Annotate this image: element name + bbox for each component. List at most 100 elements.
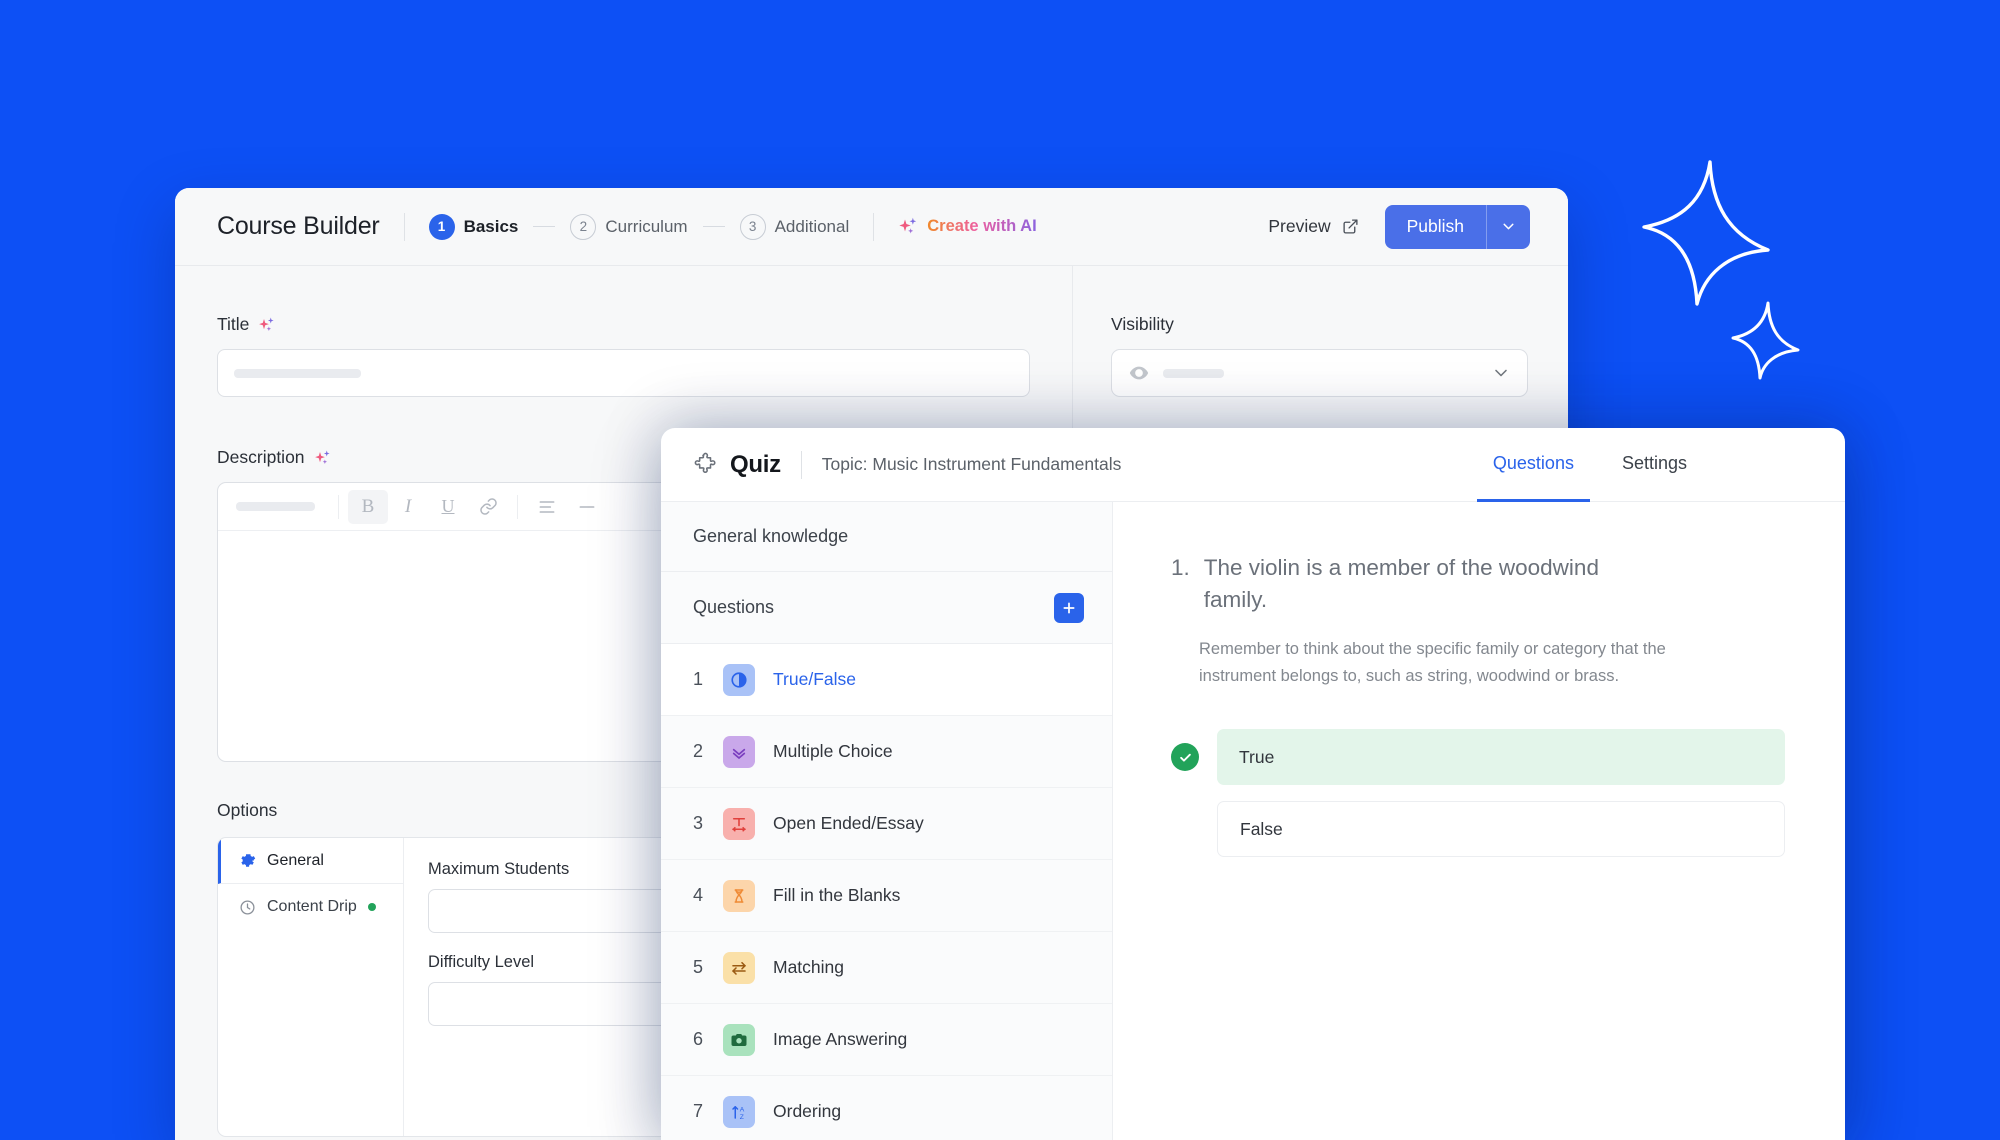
step-label-curriculum: Curriculum [605, 216, 688, 236]
quiz-title: Quiz [730, 450, 781, 478]
title-field-group: Title [217, 314, 1030, 397]
answer-list: True False [1171, 729, 1785, 858]
quiz-body: General knowledge Questions 1 True/False… [661, 502, 1845, 1140]
course-builder-topbar: Course Builder 1 Basics 2 Curriculum 3 A… [175, 188, 1568, 266]
create-with-ai-button[interactable]: Create with AI [898, 216, 1037, 237]
question-label: Image Answering [773, 1029, 908, 1049]
question-list-item-2[interactable]: 2 Multiple Choice [661, 716, 1112, 788]
sort-az-icon: AZ [723, 1095, 755, 1128]
text-expand-icon [723, 807, 755, 840]
question-list-item-4[interactable]: 4 Fill in the Blanks [661, 860, 1112, 932]
quiz-brand: Quiz [693, 451, 781, 479]
question-list-item-5[interactable]: 5 Matching [661, 932, 1112, 1004]
create-with-ai-label: Create with AI [927, 217, 1037, 235]
question-label: Matching [773, 957, 845, 977]
question-list-item-1[interactable]: 1 True/False [661, 644, 1112, 716]
title-input[interactable] [217, 349, 1030, 397]
quiz-group-name[interactable]: General knowledge [661, 502, 1112, 572]
plus-icon [1063, 601, 1075, 614]
title-field-label: Title [217, 314, 1030, 335]
tab-settings[interactable]: Settings [1606, 428, 1703, 502]
hourglass-icon [723, 879, 755, 912]
publish-button[interactable]: Publish [1385, 205, 1486, 249]
questions-header: Questions [661, 572, 1112, 644]
options-tab-content-drip-label: Content Drip [267, 898, 357, 915]
description-label-text: Description [217, 447, 305, 467]
sparkles-icon[interactable] [258, 316, 276, 334]
preview-button[interactable]: Preview [1268, 216, 1358, 237]
title-placeholder-skeleton [234, 368, 361, 378]
question-list-item-3[interactable]: 3 Open Ended/Essay [661, 788, 1112, 860]
contrast-circle-icon [723, 663, 755, 696]
step-basics[interactable]: 1 Basics [428, 213, 518, 240]
quiz-question-detail: 1. The violin is a member of the woodwin… [1113, 502, 1845, 1140]
step-label-additional: Additional [774, 216, 850, 236]
question-text-row: 1. The violin is a member of the woodwin… [1171, 552, 1785, 616]
step-badge-2: 2 [570, 213, 597, 240]
question-number: 3 [693, 813, 704, 833]
options-tab-list: General Content Drip [218, 838, 404, 1136]
horizontal-rule-icon[interactable] [567, 490, 607, 524]
question-label: Fill in the Blanks [773, 885, 901, 905]
answer-row-true[interactable]: True [1171, 729, 1785, 786]
step-separator [533, 225, 556, 228]
svg-text:Z: Z [740, 1113, 744, 1120]
title-label-text: Title [217, 314, 250, 334]
step-curriculum[interactable]: 2 Curriculum [570, 213, 688, 240]
step-additional[interactable]: 3 Additional [739, 213, 850, 240]
divider [873, 212, 875, 241]
quiz-topic: Topic: Music Instrument Fundamentals [821, 454, 1122, 474]
answer-row-false[interactable]: False [1171, 801, 1785, 858]
align-left-icon[interactable] [527, 490, 567, 524]
eye-icon [1129, 366, 1149, 380]
bold-icon[interactable]: B [348, 489, 388, 524]
question-number: 7 [693, 1101, 704, 1121]
quiz-header: Quiz Topic: Music Instrument Fundamental… [661, 428, 1845, 502]
underline-icon[interactable]: U [428, 490, 468, 524]
camera-icon [723, 1023, 755, 1056]
question-number: 1 [693, 669, 704, 689]
question-detail-hint: Remember to think about the specific fam… [1199, 639, 1666, 685]
options-tab-content-drip[interactable]: Content Drip [218, 884, 403, 930]
question-list-item-7[interactable]: 7 AZ Ordering [661, 1076, 1112, 1140]
tab-questions[interactable]: Questions [1476, 428, 1590, 502]
italic-icon[interactable]: I [388, 490, 428, 524]
format-dropdown-skeleton[interactable] [236, 502, 315, 511]
sparkles-icon[interactable] [314, 449, 332, 467]
question-label: Ordering [773, 1101, 842, 1121]
page-title: Course Builder [217, 212, 380, 240]
publish-button-group[interactable]: Publish [1384, 204, 1530, 249]
quiz-sidebar: General knowledge Questions 1 True/False… [661, 502, 1113, 1140]
chevron-down-icon [1495, 369, 1507, 377]
chevron-down-icon [1503, 223, 1514, 230]
sparkle-large-icon [1642, 160, 1770, 306]
answer-check-placeholder [1171, 815, 1199, 843]
publish-dropdown-button[interactable] [1486, 204, 1530, 249]
options-tab-general-label: General [267, 851, 324, 869]
add-question-button[interactable] [1054, 592, 1084, 623]
questions-header-label: Questions [693, 597, 775, 617]
step-badge-3: 3 [739, 213, 766, 240]
swap-arrows-icon [723, 951, 755, 984]
answer-label[interactable]: False [1217, 801, 1785, 858]
question-detail-text: The violin is a member of the woodwind f… [1203, 555, 1599, 612]
step-separator [702, 225, 725, 228]
link-icon[interactable] [468, 490, 508, 524]
gear-icon [241, 854, 256, 867]
quiz-tab-list: Questions Settings [1476, 428, 1845, 502]
double-check-icon [723, 735, 755, 768]
step-badge-1: 1 [428, 213, 455, 240]
question-label: Multiple Choice [773, 741, 893, 761]
question-detail-number: 1. [1171, 555, 1190, 580]
sparkles-icon [899, 217, 917, 234]
question-number: 2 [693, 741, 704, 761]
svg-text:A: A [740, 1106, 745, 1113]
step-nav: 1 Basics 2 Curriculum 3 Additional [428, 213, 850, 240]
visibility-select[interactable] [1111, 349, 1528, 397]
question-list-item-6[interactable]: 6 Image Answering [661, 1004, 1112, 1076]
external-link-icon [1343, 219, 1358, 234]
answer-label[interactable]: True [1217, 729, 1785, 786]
puzzle-piece-icon [694, 452, 716, 473]
check-circle-icon [1171, 743, 1199, 772]
options-tab-general[interactable]: General [218, 838, 403, 884]
